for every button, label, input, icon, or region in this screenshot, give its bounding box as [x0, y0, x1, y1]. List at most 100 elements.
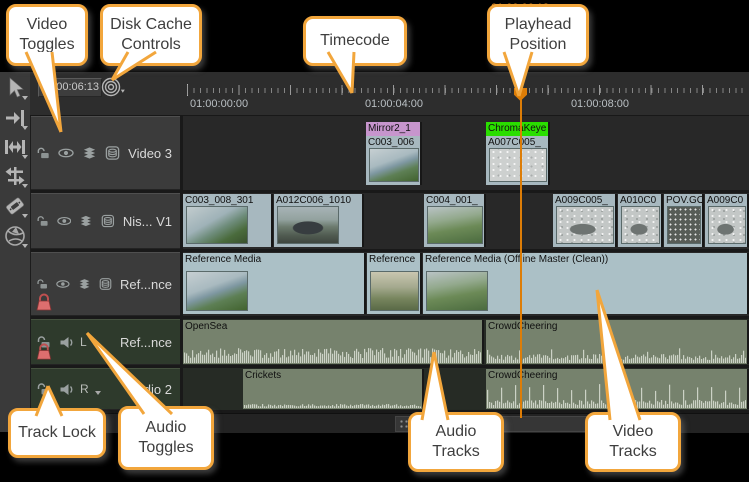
track-name: Audio 2	[128, 382, 172, 397]
callout-text: Track Lock	[18, 423, 96, 443]
timeline-clip[interactable]: Crickets	[243, 369, 424, 409]
chevron-down-icon	[22, 155, 28, 159]
razor-tool[interactable]	[1, 192, 29, 220]
chevron-down-icon	[22, 214, 28, 218]
clip-thumbnail	[370, 271, 419, 311]
audio-waveform	[184, 343, 481, 363]
channel-toggle[interactable]: L	[80, 335, 87, 349]
callout-disk-cache-controls: Disk Cache Controls	[100, 4, 202, 66]
timeline-clip[interactable]: OpenSea	[183, 320, 484, 364]
track-content-v1[interactable]: C003_008_301A012C006_1010 C004_001_ A009C0…	[183, 193, 749, 249]
track-lock-icon[interactable]	[36, 146, 50, 160]
speaker-icon[interactable]	[59, 383, 75, 396]
effect-label: Mirror2_1	[366, 122, 420, 136]
callout-video-tracks: Video Tracks	[585, 412, 681, 472]
callout-text: Audio Toggles	[121, 418, 211, 457]
clip-name: Reference Media (Offline Master (Clean))	[423, 253, 747, 266]
channel-toggle[interactable]: R	[80, 382, 89, 396]
clip-thumbnail	[489, 148, 547, 182]
red-lock-icon	[35, 292, 53, 312]
master-timecode-display[interactable]: 01:00:06:13	[38, 78, 102, 97]
red-lock-icon	[35, 342, 53, 361]
track-header-reference-video[interactable]: Ref...nce	[30, 252, 180, 316]
callout-audio-toggles: Audio Toggles	[118, 406, 214, 470]
track-content-video-3[interactable]: Mirror2_1C003_006 ChromaKeyeA007C005_	[183, 116, 749, 190]
chevron-down-icon[interactable]	[95, 391, 101, 395]
effects-globe-tool[interactable]	[1, 222, 29, 250]
track-header-video-3[interactable]: Video 3	[30, 116, 180, 190]
track-content-reference-audio[interactable]: OpenSea CrowdCheering	[183, 319, 749, 365]
clip-thumbnail	[186, 271, 248, 311]
clip-name: Reference	[367, 253, 420, 266]
layers-icon[interactable]	[82, 146, 97, 160]
speaker-icon[interactable]	[59, 336, 75, 349]
timeline-clip[interactable]: CrowdCheering	[486, 320, 749, 364]
track-lock-icon[interactable]	[36, 214, 49, 228]
ruler-label: 01:00:00:00	[190, 98, 248, 110]
layers-icon[interactable]	[79, 214, 93, 228]
cache-icon[interactable]	[99, 276, 112, 292]
clip-thumbnail	[427, 206, 483, 244]
playhead-line[interactable]	[520, 86, 522, 418]
audio-waveform	[244, 381, 421, 408]
monitor-eye-icon[interactable]	[57, 215, 72, 227]
clip-thumbnail	[556, 206, 614, 244]
track-name: Nis... V1	[123, 214, 172, 229]
timeline-clip[interactable]: A012C006_1010	[274, 194, 364, 247]
monitor-eye-icon[interactable]	[56, 278, 70, 290]
effect-label: ChromaKeye	[486, 122, 548, 136]
timeline-clip[interactable]: Reference Media (Offline Master (Clean))	[423, 253, 749, 314]
disk-cache-icon[interactable]	[100, 76, 126, 103]
chevron-down-icon	[22, 96, 28, 100]
ruler-label: 01:00:04:00	[365, 98, 423, 110]
timeline-window: 01:00:06:13 01:00:00:00 01:00:04:00 01:0…	[0, 0, 749, 482]
track-content-reference-video[interactable]: Reference MediaReferenceReference Media …	[183, 252, 749, 316]
ruler-major-ticks	[187, 85, 747, 95]
timeline-clip[interactable]: C004_001_	[424, 194, 486, 247]
track-lock-icon[interactable]	[36, 382, 51, 396]
track-name: Video 3	[128, 146, 172, 161]
timeline-top-bar: 01:00:06:13 01:00:00:00 01:00:04:00 01:0…	[30, 72, 749, 116]
timeline-clip[interactable]: A010C0	[618, 194, 663, 247]
callout-text: Playhead Position	[490, 15, 586, 54]
selection-tool[interactable]	[1, 74, 29, 102]
timeline-clip[interactable]: A009C0	[705, 194, 749, 247]
clip-thumbnail	[369, 148, 419, 182]
track-lock-icon[interactable]	[36, 277, 48, 291]
callout-playhead-position: Playhead Position	[487, 4, 589, 66]
cache-icon[interactable]	[101, 213, 115, 229]
slip-slide-tool[interactable]	[1, 162, 29, 190]
trim-tool[interactable]	[1, 133, 29, 161]
timeline-clip[interactable]: ChromaKeyeA007C005_	[486, 122, 550, 185]
timeline-clip[interactable]: Reference	[367, 253, 422, 314]
chevron-down-icon	[22, 184, 28, 188]
track-name: Ref...nce	[120, 335, 172, 350]
callout-text: Timecode	[320, 31, 390, 51]
timeline-clip[interactable]: POV.GO	[664, 194, 704, 247]
monitor-eye-icon[interactable]	[58, 147, 74, 159]
track-content-audio-2[interactable]: Crickets CrowdCheering	[183, 368, 749, 410]
cache-icon[interactable]	[105, 145, 120, 161]
layers-icon[interactable]	[78, 277, 91, 291]
timeline-clip[interactable]: CrowdCheering	[486, 369, 749, 409]
clip-thumbnail	[186, 206, 248, 244]
chevron-down-icon[interactable]	[93, 344, 99, 348]
timeline-clip[interactable]: Reference Media	[183, 253, 366, 314]
timeline-clip[interactable]: C003_008_301	[183, 194, 273, 247]
track-header-audio-2[interactable]: R Audio 2	[30, 368, 180, 410]
callout-audio-tracks: Audio Tracks	[408, 412, 504, 472]
callout-text: Video Tracks	[588, 422, 678, 461]
clip-thumbnail	[426, 271, 488, 311]
track-header-reference-audio[interactable]: L Ref...nce	[30, 319, 180, 365]
audio-waveform	[487, 381, 746, 408]
timeline-clip[interactable]: Mirror2_1C003_006	[366, 122, 422, 185]
track-header-v1[interactable]: Nis... V1	[30, 193, 180, 249]
timecode-ruler[interactable]: 01:00:00:00 01:00:04:00 01:00:08:00	[183, 72, 749, 115]
clip-thumbnail	[277, 206, 339, 244]
timeline-clip[interactable]: A009C005_	[553, 194, 617, 247]
insert-edit-tool[interactable]	[1, 104, 29, 132]
clip-name: OpenSea	[183, 320, 482, 333]
track-name: Ref...nce	[120, 277, 172, 292]
clip-thumbnail	[667, 206, 701, 244]
clip-thumbnail	[708, 206, 746, 244]
